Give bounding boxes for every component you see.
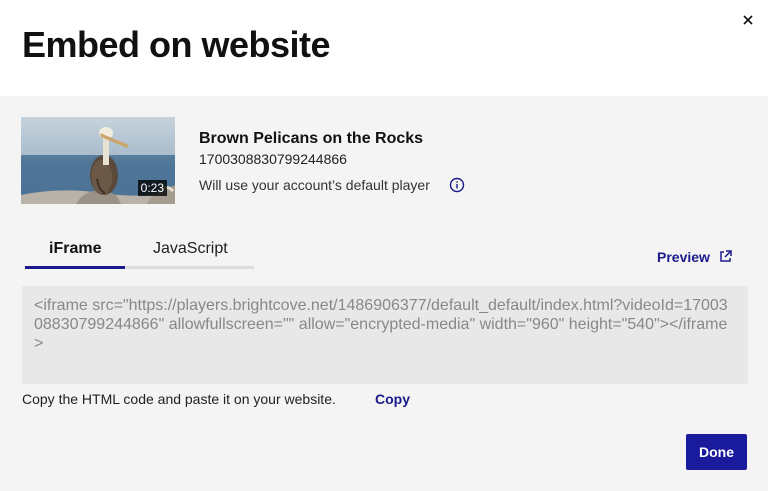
- tab-iframe[interactable]: iFrame: [49, 240, 101, 258]
- tab-javascript[interactable]: JavaScript: [153, 240, 228, 258]
- done-button[interactable]: Done: [686, 434, 747, 470]
- active-tab-indicator: [25, 266, 125, 269]
- embed-dialog: Embed on website 0:23 Brown Pelicans on …: [0, 0, 768, 491]
- external-link-icon[interactable]: [718, 249, 733, 264]
- video-title: Brown Pelicans on the Rocks: [199, 130, 424, 147]
- player-note: Will use your account’s default player: [199, 177, 430, 193]
- copy-button[interactable]: Copy: [375, 391, 410, 407]
- preview-link[interactable]: Preview: [657, 249, 710, 265]
- embed-code-field[interactable]: <iframe src="https://players.brightcove.…: [22, 286, 748, 384]
- dialog-header: Embed on website: [0, 0, 768, 96]
- info-icon[interactable]: [449, 177, 465, 193]
- copy-instructions: Copy the HTML code and paste it on your …: [22, 391, 336, 407]
- dialog-title: Embed on website: [22, 24, 331, 65]
- video-id: 1700308830799244866: [199, 151, 347, 167]
- video-thumbnail: 0:23: [21, 117, 175, 204]
- video-duration: 0:23: [137, 180, 167, 196]
- embed-tabs: iFrame JavaScript: [25, 236, 254, 269]
- close-icon[interactable]: [738, 10, 758, 30]
